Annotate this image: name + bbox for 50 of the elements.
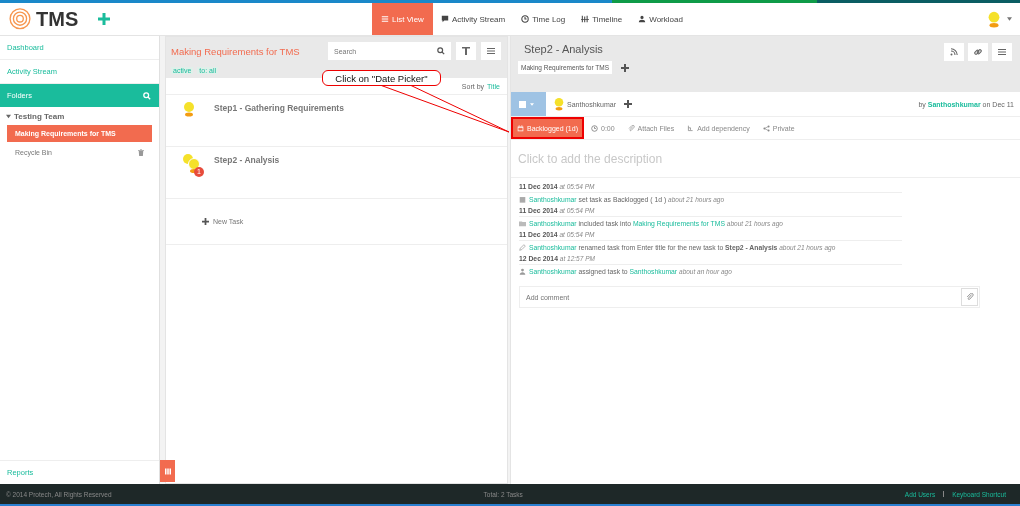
calendar-icon [519,195,526,203]
rss-button[interactable] [944,43,964,61]
app-logo[interactable]: TMS [36,7,79,31]
menu-icon [487,47,495,55]
menu-button[interactable] [992,43,1012,61]
link-icon [974,48,982,56]
nav-tab[interactable]: Activity Stream [432,3,514,35]
list-title: Making Requirements for TMS [171,45,301,57]
menu-icon [998,48,1006,56]
add-icon[interactable] [624,100,633,108]
clip-icon [627,124,635,132]
link-button[interactable] [968,43,988,61]
dependency-icon [687,124,695,132]
pencil-icon [519,243,526,251]
user-icon [638,15,647,23]
task-title: Step2 - Analysis [214,155,280,165]
expand-arrow-icon[interactable] [6,114,11,119]
task-title: Step1 - Gathering Requirements [214,103,344,113]
nav-tab[interactable]: List View [372,3,433,35]
folder-group[interactable]: Testing Team [14,112,65,121]
filter-icon [462,47,470,55]
nav-tab[interactable]: Workload [630,3,691,35]
timeline-icon [581,15,590,23]
user-icon [519,267,526,275]
avatar [553,97,565,111]
avatar [182,101,196,117]
paperclip-icon [965,293,974,301]
callout-bubble: Click on "Date Picker" [322,70,441,86]
panel-toggle-button[interactable] [160,460,175,482]
caret-icon [530,102,534,106]
menu-button[interactable] [481,42,501,60]
clock-icon [591,124,598,132]
columns-icon [164,467,171,475]
checkbox[interactable] [519,100,526,108]
clock-icon [521,15,530,23]
task-title: Step2 - Analysis [523,43,603,55]
nav-tab[interactable]: Time Log [513,3,574,35]
nav-tab[interactable]: Timeline [573,3,631,35]
trash-icon[interactable] [138,149,144,156]
filter-button[interactable] [456,42,476,60]
search-icon[interactable] [437,47,445,55]
comment-icon [440,15,449,23]
avatar-group [182,153,202,175]
caret-icon[interactable] [1007,17,1012,21]
rss-icon [950,48,958,56]
plus-icon [202,218,209,225]
add-tag-icon[interactable] [621,63,630,72]
list-icon [381,15,389,23]
share-icon [762,124,770,132]
folder-icon [519,219,526,227]
